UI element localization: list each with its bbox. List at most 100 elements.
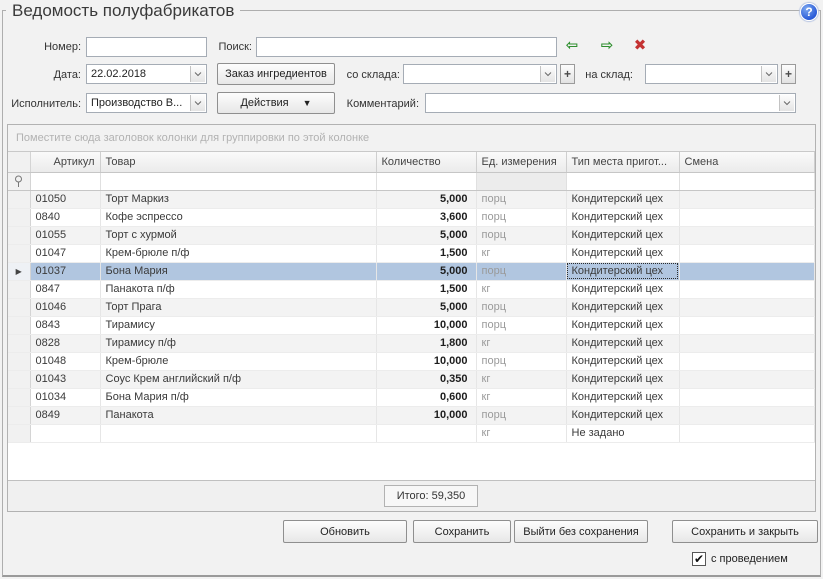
cell-product[interactable]: Тирамису п/ф bbox=[100, 334, 376, 352]
cell-shift[interactable] bbox=[679, 424, 815, 442]
cell-quantity[interactable]: 1,500 bbox=[376, 280, 476, 298]
cell-article[interactable]: 01047 bbox=[30, 244, 100, 262]
cell-prep-type[interactable]: Кондитерский цех bbox=[566, 190, 679, 208]
chevron-down-icon[interactable] bbox=[190, 95, 205, 111]
cell-shift[interactable] bbox=[679, 244, 815, 262]
cell-prep-type[interactable]: Кондитерский цех bbox=[566, 352, 679, 370]
comment-select[interactable] bbox=[425, 93, 796, 113]
cell-article[interactable]: 0843 bbox=[30, 316, 100, 334]
table-row[interactable]: 0843 Тирамису 10,000 порц Кондитерский ц… bbox=[8, 316, 815, 334]
table-row[interactable]: 01055 Торт с хурмой 5,000 порц Кондитерс… bbox=[8, 226, 815, 244]
cell-prep-type[interactable]: Кондитерский цех bbox=[566, 406, 679, 424]
cell-prep-type[interactable]: Кондитерский цех bbox=[566, 262, 679, 280]
cell-quantity[interactable]: 10,000 bbox=[376, 316, 476, 334]
cell-unit[interactable]: порц bbox=[476, 298, 566, 316]
filter-cell-article[interactable] bbox=[30, 172, 100, 190]
chevron-down-icon[interactable] bbox=[190, 66, 205, 82]
chevron-down-icon[interactable] bbox=[540, 66, 555, 82]
table-row[interactable]: ▶ 01037 Бона Мария 5,000 порц Кондитерск… bbox=[8, 262, 815, 280]
cell-unit[interactable]: порц bbox=[476, 226, 566, 244]
cell-product[interactable]: Панакота п/ф bbox=[100, 280, 376, 298]
cell-article[interactable]: 01043 bbox=[30, 370, 100, 388]
cell-article[interactable]: 0840 bbox=[30, 208, 100, 226]
column-header-quantity[interactable]: Количество bbox=[376, 152, 476, 172]
cell-product[interactable]: Крем-брюле bbox=[100, 352, 376, 370]
cell-quantity[interactable]: 1,800 bbox=[376, 334, 476, 352]
filter-cell-product[interactable] bbox=[100, 172, 376, 190]
exit-without-saving-button[interactable]: Выйти без сохранения bbox=[514, 520, 648, 543]
cell-shift[interactable] bbox=[679, 406, 815, 424]
chevron-down-icon[interactable] bbox=[761, 66, 776, 82]
cell-unit[interactable]: кг bbox=[476, 388, 566, 406]
cell-article[interactable]: 0847 bbox=[30, 280, 100, 298]
cell-quantity[interactable]: 0,350 bbox=[376, 370, 476, 388]
cell-product[interactable]: Тирамису bbox=[100, 316, 376, 334]
ingredients-order-button[interactable]: Заказ ингредиентов bbox=[217, 63, 335, 85]
cell-quantity[interactable] bbox=[376, 424, 476, 442]
column-header-shift[interactable]: Смена bbox=[679, 152, 815, 172]
cell-unit[interactable]: кг bbox=[476, 280, 566, 298]
cell-unit[interactable]: порц bbox=[476, 316, 566, 334]
table-row[interactable]: 01046 Торт Прага 5,000 порц Кондитерский… bbox=[8, 298, 815, 316]
cell-product[interactable] bbox=[100, 424, 376, 442]
cell-article[interactable]: 01046 bbox=[30, 298, 100, 316]
cell-prep-type[interactable]: Кондитерский цех bbox=[566, 298, 679, 316]
cell-quantity[interactable]: 3,600 bbox=[376, 208, 476, 226]
cell-prep-type[interactable]: Кондитерский цех bbox=[566, 370, 679, 388]
cell-unit[interactable]: порц bbox=[476, 352, 566, 370]
search-input[interactable] bbox=[256, 37, 557, 57]
cell-quantity[interactable]: 10,000 bbox=[376, 352, 476, 370]
cell-unit[interactable]: порц bbox=[476, 262, 566, 280]
cell-article[interactable]: 01034 bbox=[30, 388, 100, 406]
filter-cell-quantity[interactable] bbox=[376, 172, 476, 190]
cell-article[interactable]: 01048 bbox=[30, 352, 100, 370]
table-row[interactable]: 01034 Бона Мария п/ф 0,600 кг Кондитерск… bbox=[8, 388, 815, 406]
cell-quantity[interactable]: 0,600 bbox=[376, 388, 476, 406]
cell-quantity[interactable]: 10,000 bbox=[376, 406, 476, 424]
cell-unit[interactable]: порц bbox=[476, 190, 566, 208]
cell-prep-type[interactable]: Кондитерский цех bbox=[566, 280, 679, 298]
refresh-button[interactable]: Обновить bbox=[283, 520, 407, 543]
posting-checkbox[interactable]: ✔ bbox=[692, 552, 706, 566]
cell-shift[interactable] bbox=[679, 208, 815, 226]
cell-unit[interactable]: кг bbox=[476, 244, 566, 262]
from-store-select[interactable] bbox=[403, 64, 557, 84]
to-store-select[interactable] bbox=[645, 64, 778, 84]
cell-quantity[interactable]: 5,000 bbox=[376, 190, 476, 208]
executor-select[interactable]: Производство В... bbox=[86, 93, 207, 113]
cell-shift[interactable] bbox=[679, 298, 815, 316]
column-header-article[interactable]: Артикул bbox=[30, 152, 100, 172]
cell-quantity[interactable]: 5,000 bbox=[376, 226, 476, 244]
cell-prep-type[interactable]: Кондитерский цех bbox=[566, 334, 679, 352]
cell-product[interactable]: Торт с хурмой bbox=[100, 226, 376, 244]
cell-article[interactable]: 01055 bbox=[30, 226, 100, 244]
number-input[interactable] bbox=[86, 37, 207, 57]
cell-product[interactable]: Крем-брюле п/ф bbox=[100, 244, 376, 262]
filter-cell-unit[interactable] bbox=[476, 172, 566, 190]
cell-prep-type[interactable]: Кондитерский цех bbox=[566, 208, 679, 226]
cell-product[interactable]: Торт Прага bbox=[100, 298, 376, 316]
cell-article[interactable]: 01050 bbox=[30, 190, 100, 208]
table-row[interactable]: 0840 Кофе эспрессо 3,600 порц Кондитерск… bbox=[8, 208, 815, 226]
cell-shift[interactable] bbox=[679, 190, 815, 208]
cell-shift[interactable] bbox=[679, 334, 815, 352]
cell-article[interactable]: 0849 bbox=[30, 406, 100, 424]
cell-article[interactable]: 0828 bbox=[30, 334, 100, 352]
column-header-product[interactable]: Товар bbox=[100, 152, 376, 172]
cell-prep-type[interactable]: Кондитерский цех bbox=[566, 388, 679, 406]
table-row[interactable]: 0849 Панакота 10,000 порц Кондитерский ц… bbox=[8, 406, 815, 424]
search-clear-button[interactable]: ✖ bbox=[629, 37, 651, 55]
cell-prep-type[interactable]: Кондитерский цех bbox=[566, 226, 679, 244]
cell-prep-type[interactable]: Кондитерский цех bbox=[566, 244, 679, 262]
cell-quantity[interactable]: 1,500 bbox=[376, 244, 476, 262]
cell-unit[interactable]: кг bbox=[476, 370, 566, 388]
search-prev-button[interactable]: ⇦ bbox=[561, 37, 583, 55]
cell-shift[interactable] bbox=[679, 262, 815, 280]
table-row[interactable]: 0847 Панакота п/ф 1,500 кг Кондитерский … bbox=[8, 280, 815, 298]
cell-unit[interactable]: порц bbox=[476, 208, 566, 226]
chevron-down-icon[interactable] bbox=[779, 95, 794, 111]
table-row[interactable]: 01043 Соус Крем английский п/ф 0,350 кг … bbox=[8, 370, 815, 388]
table-row[interactable]: кг Не задано bbox=[8, 424, 815, 442]
table-row[interactable]: 01048 Крем-брюле 10,000 порц Кондитерски… bbox=[8, 352, 815, 370]
table-row[interactable]: 0828 Тирамису п/ф 1,800 кг Кондитерский … bbox=[8, 334, 815, 352]
